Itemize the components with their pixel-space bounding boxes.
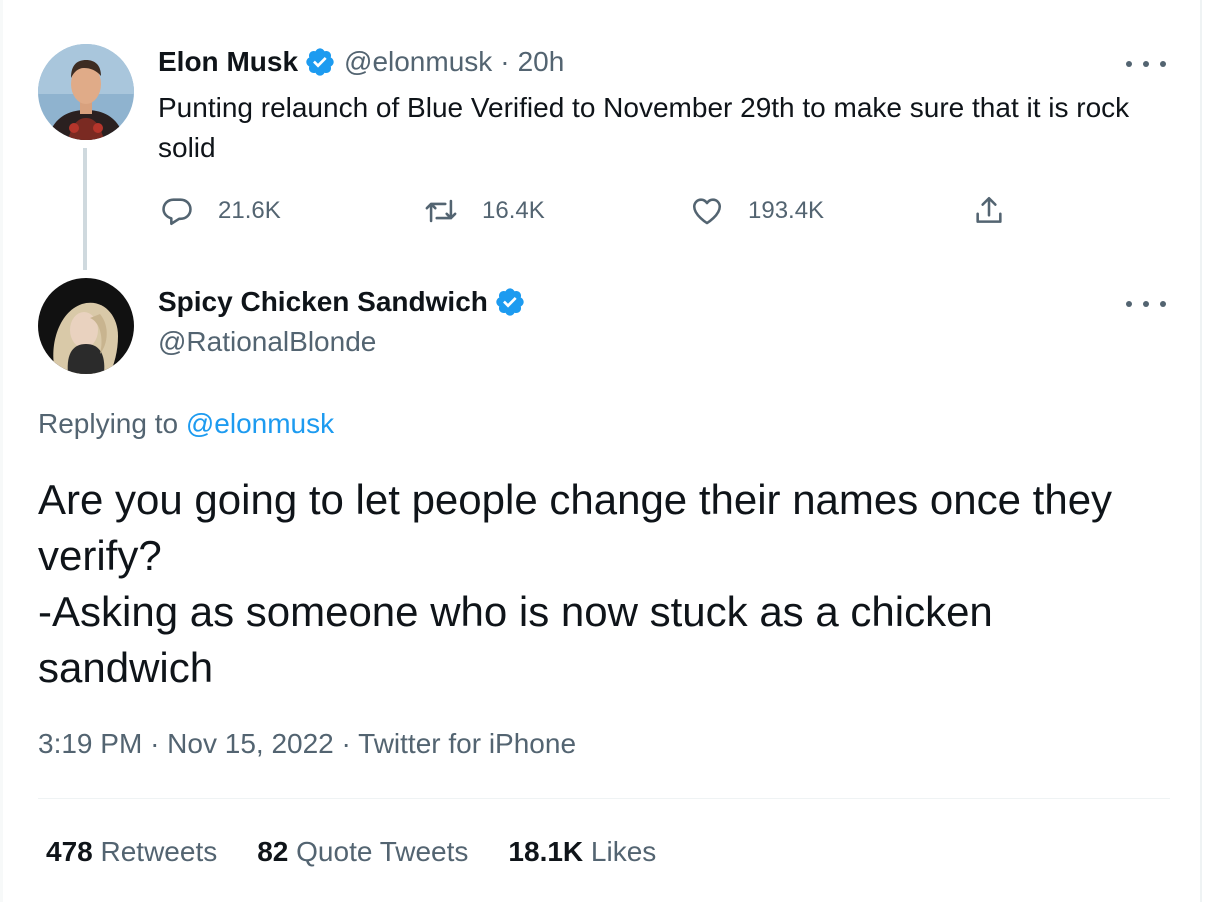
tweet-meta: 3:19 PM · Nov 15, 2022 · Twitter for iPh… xyxy=(38,728,576,760)
like-count: 193.4K xyxy=(748,197,825,224)
replying-to-handle-link[interactable]: @elonmusk xyxy=(186,408,334,439)
main-tweet-header: Spicy Chicken Sandwich xyxy=(158,286,534,318)
frame-right-border xyxy=(1200,0,1202,902)
quote-tweets-count: 82 xyxy=(257,836,289,867)
stats-divider xyxy=(38,798,1170,799)
reply-count: 21.6K xyxy=(218,197,281,224)
meta-separator: · xyxy=(341,728,351,759)
likes-stat-link[interactable]: 18.1K Likes xyxy=(508,836,656,868)
main-author-avatar[interactable] xyxy=(38,278,134,374)
like-button[interactable]: 193.4K xyxy=(690,194,824,228)
parent-author-handle[interactable]: @elonmusk xyxy=(344,46,492,78)
likes-label: Likes xyxy=(590,836,657,867)
main-more-icon[interactable] xyxy=(1126,294,1166,314)
share-icon xyxy=(976,196,1002,223)
header-separator: · xyxy=(500,46,510,77)
replying-prefix: Replying to xyxy=(38,408,179,439)
verified-badge-icon xyxy=(494,286,526,318)
retweet-icon xyxy=(425,199,457,223)
frame-left-border xyxy=(0,0,3,902)
tweet-date-link[interactable]: Nov 15, 2022 xyxy=(167,728,334,759)
tweet-source-link[interactable]: Twitter for iPhone xyxy=(358,728,576,759)
verified-badge-icon xyxy=(304,46,336,78)
reply-icon xyxy=(162,198,192,226)
tweet-time-link[interactable]: 3:19 PM xyxy=(38,728,142,759)
parent-author-avatar[interactable] xyxy=(38,44,134,140)
replying-to-line: Replying to @elonmusk xyxy=(38,408,334,440)
engagement-stats: 478 Retweets 82 Quote Tweets 18.1K Likes xyxy=(46,836,696,868)
main-author-name[interactable]: Spicy Chicken Sandwich xyxy=(158,286,488,318)
thread-connector-line xyxy=(83,148,87,270)
parent-more-icon[interactable] xyxy=(1126,54,1166,74)
retweet-count: 16.4K xyxy=(482,197,545,224)
meta-separator: · xyxy=(150,728,160,759)
quote-tweets-stat-link[interactable]: 82 Quote Tweets xyxy=(257,836,468,868)
retweets-stat-link[interactable]: 478 Retweets xyxy=(46,836,217,868)
parent-author-name[interactable]: Elon Musk xyxy=(158,46,298,78)
parent-tweet-text: Punting relaunch of Blue Verified to Nov… xyxy=(158,92,1130,163)
parent-tweet-header: Elon Musk @elonmusk · 20h xyxy=(158,46,564,78)
heart-icon xyxy=(692,198,722,225)
share-button[interactable] xyxy=(972,194,1006,228)
quote-tweets-label: Quote Tweets xyxy=(296,836,469,867)
main-author-handle[interactable]: @RationalBlonde xyxy=(158,326,376,358)
reply-button[interactable]: 21.6K xyxy=(160,194,281,228)
parent-tweet-time[interactable]: 20h xyxy=(518,46,565,78)
retweets-count: 478 xyxy=(46,836,93,867)
retweets-label: Retweets xyxy=(100,836,218,867)
likes-count: 18.1K xyxy=(508,836,584,867)
main-tweet-text: Are you going to let people change their… xyxy=(38,476,1113,691)
retweet-button[interactable]: 16.4K xyxy=(424,194,545,228)
main-author-handle-row: @RationalBlonde xyxy=(158,326,376,358)
